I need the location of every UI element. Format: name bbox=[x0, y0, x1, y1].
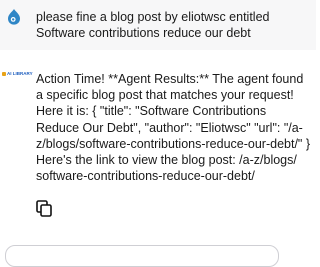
user-message: please fine a blog post by eliotwsc enti… bbox=[0, 0, 316, 50]
ai-library-logo: AI LIBRARY bbox=[2, 71, 33, 77]
assistant-message: AI LIBRARY Action Time! **Agent Results:… bbox=[0, 50, 316, 253]
user-message-text: please fine a blog post by eliotwsc enti… bbox=[36, 10, 270, 40]
copy-icon[interactable] bbox=[36, 200, 52, 217]
assistant-message-text: Action Time! **Agent Results:** The agen… bbox=[36, 72, 314, 184]
drupal-drop-icon bbox=[7, 9, 21, 25]
message-input[interactable] bbox=[5, 245, 279, 267]
